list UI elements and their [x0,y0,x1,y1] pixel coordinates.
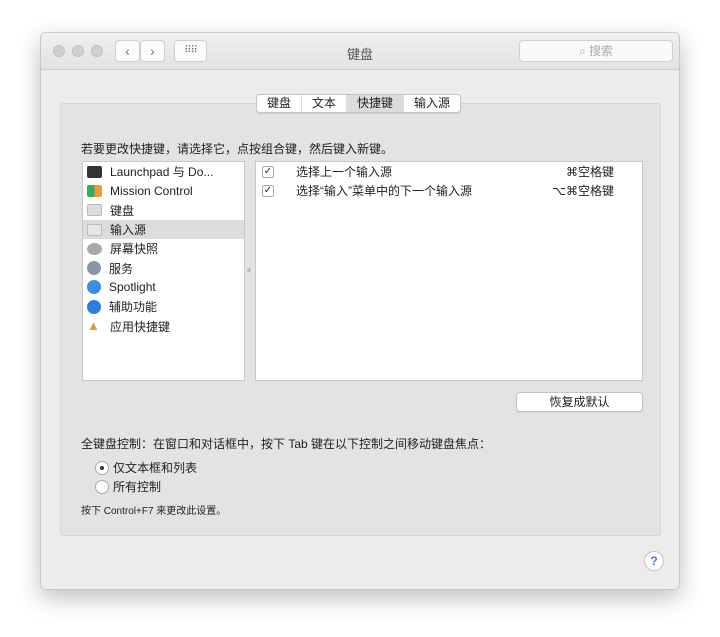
tab-input-sources[interactable]: 输入源 [404,95,460,112]
category-label: 应用快捷键 [110,319,171,334]
shortcut-label: 选择上一个输入源 [296,165,393,179]
full-keyboard-access-label: 全键盘控制：在窗口和对话框中，按下 Tab 键在以下控制之间移动键盘焦点： [81,437,492,451]
category-label: 输入源 [110,223,147,238]
radio-label: 仅文本框和列表 [113,461,198,475]
category-mission-control[interactable]: Mission Control [83,181,244,200]
input-source-icon [87,223,102,236]
launchpad-icon [87,165,102,178]
keyboard-icon [87,204,102,217]
radio-text-boxes-lists[interactable]: 仅文本框和列表 [95,459,197,476]
tab-bar: 键盘 文本 快捷键 输入源 [256,94,462,113]
spotlight-icon [87,280,101,295]
category-spotlight[interactable]: Spotlight [83,278,244,297]
tab-text[interactable]: 文本 [302,95,348,112]
category-launchpad[interactable]: Launchpad 与 Do... [83,162,244,181]
category-services[interactable]: 服务 [83,258,244,277]
split-handle[interactable] [247,268,251,272]
accessibility-icon [87,299,101,314]
category-screenshots[interactable]: 屏幕快照 [83,239,244,258]
shortcut-checkbox[interactable]: ✓ [262,165,274,178]
tab-keyboard[interactable]: 键盘 [257,95,303,112]
shortcut-row[interactable]: ✓ 选择上一个输入源 ⌘空格键 [256,162,642,181]
gear-icon [87,261,101,276]
category-input-sources[interactable]: 输入源 [83,219,244,240]
radio-all-controls[interactable]: 所有控制 [95,478,161,495]
tab-shortcuts[interactable]: 快捷键 [347,95,405,112]
question-icon: ? [650,554,658,568]
restore-defaults-button[interactable]: 恢复成默认 [516,392,643,412]
radio-unselected[interactable] [95,479,109,494]
category-accessibility[interactable]: 辅助功能 [83,297,244,316]
shortcut-row[interactable]: ✓ 选择“输入”菜单中的下一个输入源 ⌥⌘空格键 [256,181,642,200]
search-icon: ⌕ [578,44,590,58]
category-label: 键盘 [110,203,135,218]
category-label: 服务 [109,261,134,276]
category-keyboard[interactable]: 键盘 [83,201,244,220]
category-list[interactable]: Launchpad 与 Do... Mission Control 键盘 输入源… [82,161,245,381]
keyboard-preferences-window: ‹ › ⠿⠿ 键盘 ⌕ 搜索 键盘 文本 快捷键 输入源 若要更改快捷键，请选择… [40,32,680,590]
search-input[interactable]: ⌕ 搜索 [519,40,673,62]
shortcut-table: ✓ 选择上一个输入源 ⌘空格键 ✓ 选择“输入”菜单中的下一个输入源 ⌥⌘空格键 [255,161,643,381]
category-label: 屏幕快照 [110,242,159,257]
instruction-text: 若要更改快捷键，请选择它，点按组合键，然后键入新键。 [81,142,394,156]
category-label: Mission Control [110,183,193,198]
shortcut-keys[interactable]: ⌥⌘空格键 [552,182,614,199]
radio-selected[interactable] [95,460,109,475]
screenshot-icon [87,242,102,255]
category-label: Spotlight [109,280,156,295]
category-app-shortcuts[interactable]: ▲ 应用快捷键 [83,316,244,335]
app-shortcuts-icon: ▲ [87,318,100,334]
mission-control-icon [87,184,102,197]
hint-note: 按下 Control+F7 来更改此设置。 [81,506,227,517]
help-button[interactable]: ? [644,551,664,571]
category-label: 辅助功能 [109,300,158,315]
radio-label: 所有控制 [113,480,162,494]
shortcut-keys[interactable]: ⌘空格键 [566,163,614,180]
shortcut-label: 选择“输入”菜单中的下一个输入源 [296,184,472,198]
title-bar: ‹ › ⠿⠿ 键盘 ⌕ 搜索 [41,33,679,70]
shortcut-checkbox[interactable]: ✓ [262,184,274,197]
category-label: Launchpad 与 Do... [110,165,214,180]
search-placeholder: 搜索 [589,44,614,58]
